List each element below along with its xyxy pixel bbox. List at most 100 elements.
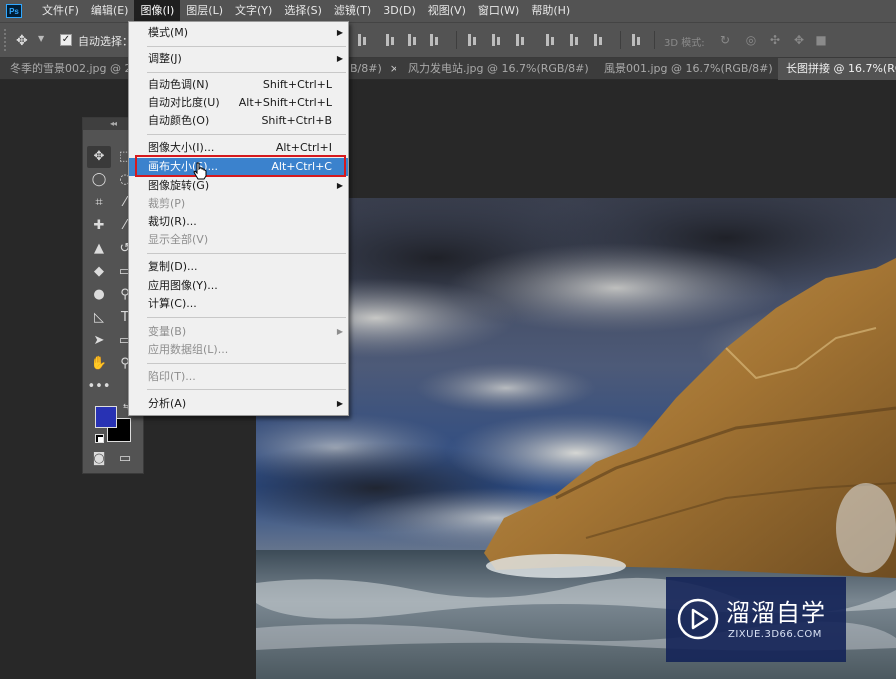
auto-align-icon[interactable] — [630, 33, 644, 47]
menu-view[interactable]: 视图(V) — [422, 0, 472, 22]
menu-layer[interactable]: 图层(L) — [180, 0, 229, 22]
more-tools-icon[interactable]: ••• — [87, 376, 111, 398]
distribute-top-icon[interactable] — [466, 33, 480, 47]
menu-separator — [147, 363, 346, 364]
menu-item-variables: 变量(B) ▶ — [129, 323, 348, 341]
distribute-left-icon[interactable] — [544, 33, 558, 47]
submenu-arrow-icon: ▶ — [336, 399, 343, 408]
submenu-arrow-icon: ▶ — [336, 28, 343, 37]
menu-item-label: 调整(J) — [148, 52, 182, 65]
stamp-icon[interactable]: ▲ — [87, 238, 111, 260]
menu-filter[interactable]: 滤镜(T) — [328, 0, 377, 22]
menu-item-trap: 陷印(T)... — [129, 368, 348, 386]
chevron-down-icon[interactable]: ▼ — [38, 34, 44, 43]
distribute-vcenter-icon[interactable] — [490, 33, 504, 47]
menu-edit[interactable]: 编辑(E) — [85, 0, 135, 22]
menu-item-canvas-size[interactable]: 画布大小(S)... Alt+Ctrl+C — [129, 158, 348, 176]
menu-item-adjustments[interactable]: 调整(J) ▶ — [129, 50, 348, 68]
pen-icon[interactable]: ◺ — [87, 307, 111, 329]
menu-help[interactable]: 帮助(H) — [525, 0, 576, 22]
tab-label: 風景001.jpg @ 16.7%(RGB/8#) — [604, 62, 772, 75]
menu-item-auto-tone[interactable]: 自动色调(N) Shift+Ctrl+L — [129, 76, 348, 94]
menu-bar: Ps 文件(F) 编辑(E) 图像(I) 图层(L) 文字(Y) 选择(S) 滤… — [0, 0, 896, 22]
menu-item-label: 陷印(T)... — [148, 370, 196, 383]
distribute-hcenter-icon[interactable] — [568, 33, 582, 47]
healing-brush-icon[interactable]: ✚ — [87, 215, 111, 237]
menu-item-calculations[interactable]: 计算(C)... — [129, 295, 348, 313]
menu-image[interactable]: 图像(I) — [134, 0, 181, 22]
shortcut-label: Alt+Ctrl+I — [275, 141, 332, 154]
distribute-right-icon[interactable] — [592, 33, 606, 47]
tab-label: 冬季的雪景002.jpg @ 25 — [10, 62, 128, 75]
submenu-arrow-icon: ▶ — [336, 54, 343, 63]
3d-slide-icon[interactable]: ✥ — [792, 33, 806, 47]
tab-partial[interactable]: B/8#) × — [350, 58, 396, 80]
options-grip[interactable] — [4, 29, 8, 51]
align-top-icon[interactable] — [356, 33, 370, 47]
tab-long-stitch[interactable]: 长图拼接 @ 16.7%(RGB/ — [778, 58, 896, 80]
menu-separator — [147, 46, 346, 47]
menu-item-label: 裁剪(P) — [148, 197, 186, 210]
menu-item-duplicate[interactable]: 复制(D)... — [129, 258, 348, 276]
align-left-icon[interactable] — [428, 33, 442, 47]
default-colors-icon[interactable] — [95, 434, 104, 443]
3d-orbit-icon[interactable]: ↻ — [718, 33, 732, 47]
eraser-icon[interactable]: ◆ — [87, 261, 111, 283]
close-icon[interactable]: × — [390, 62, 396, 75]
auto-select-label: 自动选择： — [78, 35, 133, 48]
shortcut-label: Shift+Ctrl+L — [262, 78, 332, 91]
divider — [456, 31, 457, 49]
menu-3d[interactable]: 3D(D) — [377, 0, 422, 22]
menu-separator — [147, 253, 346, 254]
menu-window[interactable]: 窗口(W) — [472, 0, 525, 22]
menu-type[interactable]: 文字(Y) — [229, 0, 278, 22]
menu-item-apply-data-set: 应用数据组(L)... — [129, 341, 348, 359]
crop-tool-icon[interactable]: ⌗ — [87, 192, 111, 214]
quick-mask-icon[interactable]: ◙ — [87, 448, 111, 470]
divider — [620, 31, 621, 49]
3d-roll-icon[interactable]: ◎ — [744, 33, 758, 47]
tab-label: 风力发电站.jpg @ 16.7%(RGB/8#) — [408, 62, 589, 75]
menu-select[interactable]: 选择(S) — [278, 0, 328, 22]
menu-item-analysis[interactable]: 分析(A) ▶ — [129, 395, 348, 413]
menu-item-label: 应用图像(Y)... — [148, 279, 218, 292]
menu-item-label: 模式(M) — [148, 26, 189, 39]
menu-item-mode[interactable]: 模式(M) ▶ — [129, 24, 348, 42]
menu-item-crop: 裁剪(P) — [129, 195, 348, 213]
menu-item-auto-contrast[interactable]: 自动对比度(U) Alt+Shift+Ctrl+L — [129, 94, 348, 112]
menu-item-auto-color[interactable]: 自动颜色(O) Shift+Ctrl+B — [129, 112, 348, 130]
auto-select-checkbox[interactable]: ✓ — [60, 34, 72, 46]
3d-scale-icon[interactable]: ■ — [814, 33, 828, 47]
menu-item-label: 分析(A) — [148, 397, 187, 410]
path-select-icon[interactable]: ➤ — [87, 330, 111, 352]
align-bottom-icon[interactable] — [406, 33, 420, 47]
menu-item-label: 复制(D)... — [148, 260, 198, 273]
menu-item-image-rotation[interactable]: 图像旋转(G) ▶ — [129, 177, 348, 195]
3d-pan-icon[interactable]: ✣ — [768, 33, 782, 47]
hand-icon[interactable]: ✋ — [87, 353, 111, 375]
tab-scenery[interactable]: 風景001.jpg @ 16.7%(RGB/8#)× — [598, 58, 772, 80]
tab-winter-snow[interactable]: 冬季的雪景002.jpg @ 25 — [8, 58, 128, 80]
menu-item-image-size[interactable]: 图像大小(I)... Alt+Ctrl+I — [129, 139, 348, 157]
align-vcenter-icon[interactable] — [384, 33, 398, 47]
menu-item-label: 显示全部(V) — [148, 233, 209, 246]
shortcut-label: Alt+Shift+Ctrl+L — [238, 96, 332, 109]
menu-item-trim[interactable]: 裁切(R)... — [129, 213, 348, 231]
tab-label: B/8#) — [350, 62, 382, 75]
menu-file[interactable]: 文件(F) — [36, 0, 85, 22]
move-tool-icon[interactable]: ✥ — [87, 146, 111, 168]
menu-item-label: 画布大小(S)... — [148, 160, 219, 173]
lasso-tool-icon[interactable]: ◯ — [87, 169, 111, 191]
watermark-title: 溜溜自学 — [726, 599, 826, 627]
menu-item-label: 自动色调(N) — [148, 78, 209, 91]
foreground-color-swatch[interactable] — [95, 406, 117, 428]
screen-mode-icon[interactable]: ▭ — [113, 448, 137, 470]
distribute-bottom-icon[interactable] — [514, 33, 528, 47]
tab-wind-power[interactable]: 风力发电站.jpg @ 16.7%(RGB/8#)× — [402, 58, 592, 80]
blur-icon[interactable]: ● — [87, 284, 111, 306]
move-tool-preset-icon[interactable]: ✥ — [16, 32, 34, 50]
photoshop-logo-icon: Ps — [6, 4, 22, 18]
menu-item-label: 自动颜色(O) — [148, 114, 210, 127]
menu-item-label: 图像旋转(G) — [148, 179, 210, 192]
menu-item-apply-image[interactable]: 应用图像(Y)... — [129, 277, 348, 295]
